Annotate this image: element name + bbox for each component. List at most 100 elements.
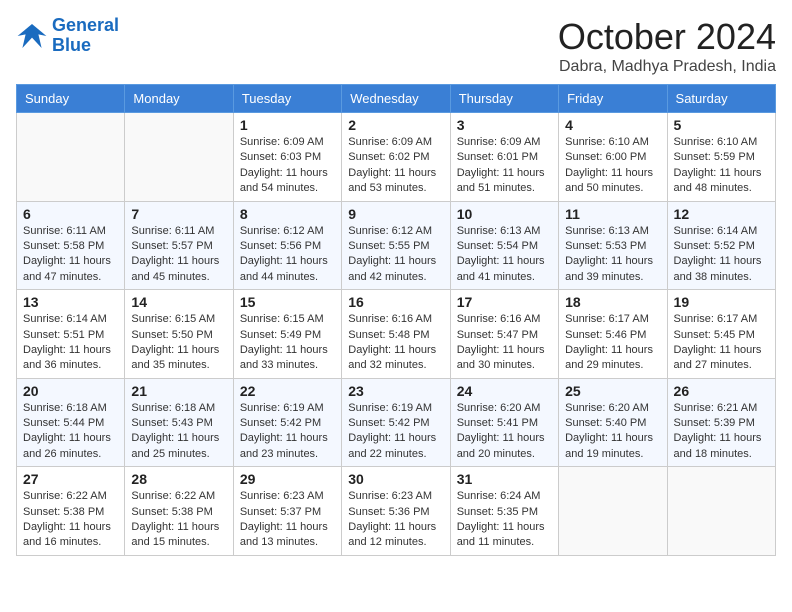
calendar-day-cell: 18 Sunrise: 6:17 AM Sunset: 5:46 PM Dayli…: [559, 290, 667, 379]
weekday-header: Saturday: [667, 85, 775, 113]
day-number: 15: [240, 294, 335, 310]
day-number: 6: [23, 206, 118, 222]
calendar-week-row: 1Sunrise: 6:09 AM Sunset: 6:03 PM Daylig…: [17, 113, 776, 202]
day-number: 4: [565, 117, 660, 133]
day-info: Sunrise: 6:20 AM Sunset: 5:41 PM Dayligh…: [457, 401, 552, 463]
calendar-day-cell: 30 Sunrise: 6:23 AM Sunset: 5:36 PM Dayli…: [342, 467, 450, 556]
calendar-day-cell: 23 Sunrise: 6:19 AM Sunset: 5:42 PM Dayli…: [342, 378, 450, 467]
logo-icon: [16, 20, 48, 52]
calendar-day-cell: 22Sunrise: 6:19 AM Sunset: 5:42 PM Dayli…: [233, 378, 341, 467]
location: Dabra, Madhya Pradesh, India: [558, 58, 776, 76]
calendar-day-cell: 5 Sunrise: 6:10 AM Sunset: 5:59 PM Daylig…: [667, 113, 775, 202]
day-info: Sunrise: 6:13 AM Sunset: 5:53 PM Dayligh…: [565, 224, 660, 286]
day-number: 13: [23, 294, 118, 310]
calendar-day-cell: 25 Sunrise: 6:20 AM Sunset: 5:40 PM Dayli…: [559, 378, 667, 467]
day-info: Sunrise: 6:16 AM Sunset: 5:48 PM Dayligh…: [348, 312, 443, 374]
calendar-day-cell: [125, 113, 233, 202]
calendar-day-cell: 3Sunrise: 6:09 AM Sunset: 6:01 PM Daylig…: [450, 113, 558, 202]
day-number: 10: [457, 206, 552, 222]
calendar-day-cell: [559, 467, 667, 556]
calendar-day-cell: 1Sunrise: 6:09 AM Sunset: 6:03 PM Daylig…: [233, 113, 341, 202]
calendar-day-cell: 16Sunrise: 6:16 AM Sunset: 5:48 PM Dayli…: [342, 290, 450, 379]
weekday-header: Tuesday: [233, 85, 341, 113]
day-number: 27: [23, 471, 118, 487]
calendar-day-cell: 28Sunrise: 6:22 AM Sunset: 5:38 PM Dayli…: [125, 467, 233, 556]
calendar-day-cell: 31 Sunrise: 6:24 AM Sunset: 5:35 PM Dayli…: [450, 467, 558, 556]
day-info: Sunrise: 6:13 AM Sunset: 5:54 PM Dayligh…: [457, 224, 552, 286]
calendar-day-cell: 29 Sunrise: 6:23 AM Sunset: 5:37 PM Dayli…: [233, 467, 341, 556]
day-number: 20: [23, 383, 118, 399]
calendar-day-cell: 24 Sunrise: 6:20 AM Sunset: 5:41 PM Dayli…: [450, 378, 558, 467]
weekday-header: Sunday: [17, 85, 125, 113]
calendar-week-row: 27 Sunrise: 6:22 AM Sunset: 5:38 PM Dayli…: [17, 467, 776, 556]
day-info: Sunrise: 6:17 AM Sunset: 5:45 PM Dayligh…: [674, 312, 769, 374]
calendar-table: SundayMondayTuesdayWednesdayThursdayFrid…: [16, 84, 776, 556]
weekday-header: Wednesday: [342, 85, 450, 113]
day-info: Sunrise: 6:22 AM Sunset: 5:38 PM Dayligh…: [23, 489, 118, 551]
page-header: General Blue October 2024 Dabra, Madhya …: [16, 16, 776, 76]
day-info: Sunrise: 6:14 AM Sunset: 5:52 PM Dayligh…: [674, 224, 769, 286]
calendar-header-row: SundayMondayTuesdayWednesdayThursdayFrid…: [17, 85, 776, 113]
day-number: 24: [457, 383, 552, 399]
calendar-day-cell: 21 Sunrise: 6:18 AM Sunset: 5:43 PM Dayli…: [125, 378, 233, 467]
weekday-header: Thursday: [450, 85, 558, 113]
day-number: 3: [457, 117, 552, 133]
day-number: 31: [457, 471, 552, 487]
day-number: 5: [674, 117, 769, 133]
day-info: Sunrise: 6:23 AM Sunset: 5:36 PM Dayligh…: [348, 489, 443, 551]
day-info: Sunrise: 6:15 AM Sunset: 5:49 PM Dayligh…: [240, 312, 335, 374]
day-number: 23: [348, 383, 443, 399]
day-info: Sunrise: 6:15 AM Sunset: 5:50 PM Dayligh…: [131, 312, 226, 374]
day-info: Sunrise: 6:16 AM Sunset: 5:47 PM Dayligh…: [457, 312, 552, 374]
day-info: Sunrise: 6:17 AM Sunset: 5:46 PM Dayligh…: [565, 312, 660, 374]
day-number: 14: [131, 294, 226, 310]
day-number: 18: [565, 294, 660, 310]
calendar-day-cell: 19Sunrise: 6:17 AM Sunset: 5:45 PM Dayli…: [667, 290, 775, 379]
day-number: 26: [674, 383, 769, 399]
calendar-day-cell: 11 Sunrise: 6:13 AM Sunset: 5:53 PM Dayli…: [559, 201, 667, 290]
calendar-week-row: 6Sunrise: 6:11 AM Sunset: 5:58 PM Daylig…: [17, 201, 776, 290]
day-number: 2: [348, 117, 443, 133]
day-number: 12: [674, 206, 769, 222]
day-info: Sunrise: 6:12 AM Sunset: 5:56 PM Dayligh…: [240, 224, 335, 286]
calendar-week-row: 20 Sunrise: 6:18 AM Sunset: 5:44 PM Dayli…: [17, 378, 776, 467]
calendar-day-cell: 2 Sunrise: 6:09 AM Sunset: 6:02 PM Daylig…: [342, 113, 450, 202]
day-number: 29: [240, 471, 335, 487]
day-number: 11: [565, 206, 660, 222]
day-number: 9: [348, 206, 443, 222]
calendar-day-cell: 20 Sunrise: 6:18 AM Sunset: 5:44 PM Dayli…: [17, 378, 125, 467]
calendar-week-row: 13 Sunrise: 6:14 AM Sunset: 5:51 PM Dayli…: [17, 290, 776, 379]
day-info: Sunrise: 6:14 AM Sunset: 5:51 PM Dayligh…: [23, 312, 118, 374]
weekday-header: Friday: [559, 85, 667, 113]
calendar-day-cell: 6Sunrise: 6:11 AM Sunset: 5:58 PM Daylig…: [17, 201, 125, 290]
calendar-day-cell: 27 Sunrise: 6:22 AM Sunset: 5:38 PM Dayli…: [17, 467, 125, 556]
calendar-day-cell: 4Sunrise: 6:10 AM Sunset: 6:00 PM Daylig…: [559, 113, 667, 202]
weekday-header: Monday: [125, 85, 233, 113]
day-info: Sunrise: 6:18 AM Sunset: 5:44 PM Dayligh…: [23, 401, 118, 463]
calendar-day-cell: 9 Sunrise: 6:12 AM Sunset: 5:55 PM Daylig…: [342, 201, 450, 290]
day-number: 28: [131, 471, 226, 487]
day-number: 25: [565, 383, 660, 399]
day-info: Sunrise: 6:10 AM Sunset: 5:59 PM Dayligh…: [674, 135, 769, 197]
day-info: Sunrise: 6:11 AM Sunset: 5:57 PM Dayligh…: [131, 224, 226, 286]
calendar-day-cell: 13 Sunrise: 6:14 AM Sunset: 5:51 PM Dayli…: [17, 290, 125, 379]
day-number: 30: [348, 471, 443, 487]
calendar-day-cell: 15 Sunrise: 6:15 AM Sunset: 5:49 PM Dayli…: [233, 290, 341, 379]
day-number: 8: [240, 206, 335, 222]
calendar-day-cell: 14 Sunrise: 6:15 AM Sunset: 5:50 PM Dayli…: [125, 290, 233, 379]
day-info: Sunrise: 6:24 AM Sunset: 5:35 PM Dayligh…: [457, 489, 552, 551]
day-info: Sunrise: 6:19 AM Sunset: 5:42 PM Dayligh…: [348, 401, 443, 463]
day-info: Sunrise: 6:23 AM Sunset: 5:37 PM Dayligh…: [240, 489, 335, 551]
day-number: 21: [131, 383, 226, 399]
day-info: Sunrise: 6:09 AM Sunset: 6:02 PM Dayligh…: [348, 135, 443, 197]
calendar-day-cell: [17, 113, 125, 202]
month-title: October 2024: [558, 16, 776, 58]
day-info: Sunrise: 6:18 AM Sunset: 5:43 PM Dayligh…: [131, 401, 226, 463]
logo-line1: General: [52, 15, 119, 35]
day-number: 22: [240, 383, 335, 399]
logo-line2: Blue: [52, 35, 91, 55]
title-block: October 2024 Dabra, Madhya Pradesh, Indi…: [558, 16, 776, 76]
day-info: Sunrise: 6:12 AM Sunset: 5:55 PM Dayligh…: [348, 224, 443, 286]
logo: General Blue: [16, 16, 119, 56]
day-info: Sunrise: 6:20 AM Sunset: 5:40 PM Dayligh…: [565, 401, 660, 463]
